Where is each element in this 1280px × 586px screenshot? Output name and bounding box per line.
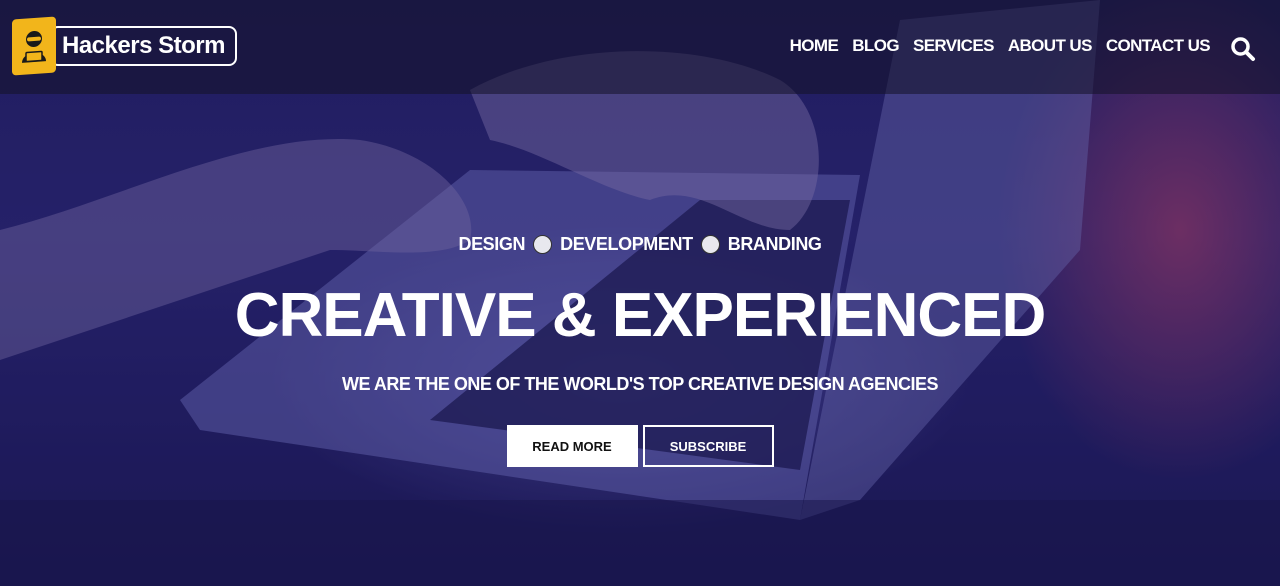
hero-headline: CREATIVE & EXPERIENCED: [234, 281, 1047, 350]
hero-subheadline: WE ARE THE ONE OF THE WORLD'S TOP CREATI…: [342, 374, 939, 394]
hero-tagline: DESIGN DEVELOPMENT BRANDING: [0, 234, 1280, 255]
subscribe-button[interactable]: SUBSCRIBE: [642, 425, 774, 467]
hero-buttons: READ MORE SUBSCRIBE: [0, 425, 1280, 467]
separator-dot-icon: [700, 235, 720, 254]
tagline-branding: BRANDING: [727, 234, 822, 254]
tagline-development: DEVELOPMENT: [560, 234, 693, 254]
read-more-button[interactable]: READ MORE: [506, 425, 638, 467]
tagline-design: DESIGN: [458, 234, 526, 254]
separator-dot-icon: [533, 235, 553, 254]
hero-section: DESIGN DEVELOPMENT BRANDING CREATIVE & E…: [0, 0, 1280, 586]
hacker-logo-icon: [12, 16, 56, 76]
